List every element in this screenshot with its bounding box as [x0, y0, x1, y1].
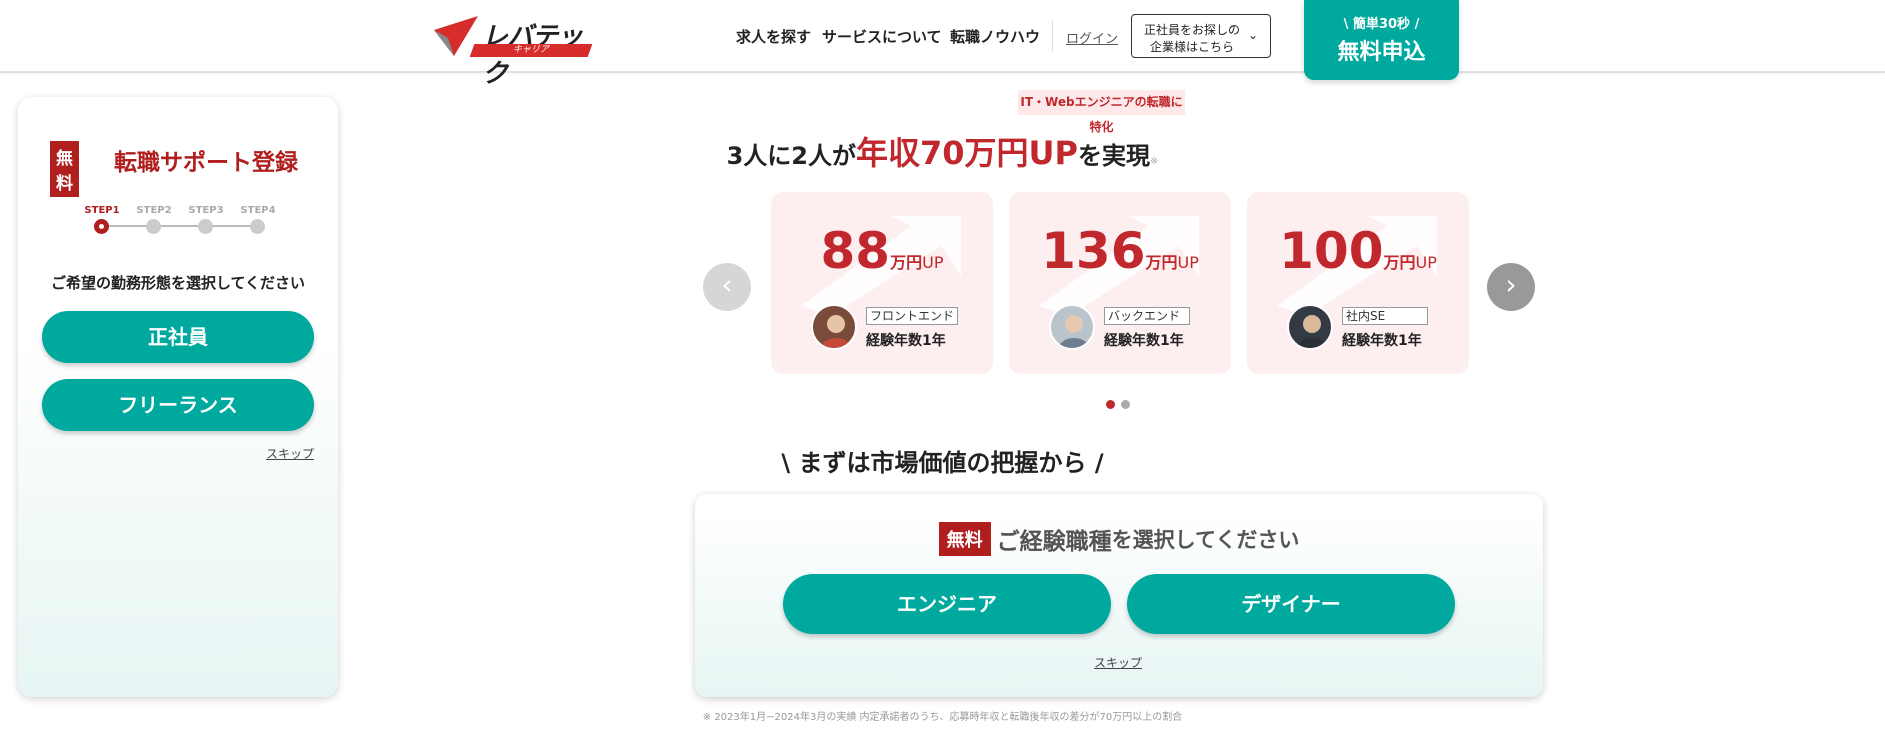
experience-label: 経験年数1年 — [1342, 333, 1422, 349]
job-type-title: 無料 ご経験職種を選択してください — [695, 522, 1543, 558]
salary-card[interactable]: 136万円UP バックエンド 経験年数1年 — [1009, 192, 1231, 374]
salary-card[interactable]: 100万円UP 社内SE 経験年数1年 — [1247, 192, 1469, 374]
avatar — [1287, 304, 1333, 350]
specialty-tag: IT・Webエンジニアの転職に特化 — [1018, 90, 1185, 134]
avatar — [811, 304, 857, 350]
carousel-pagination — [1106, 394, 1136, 413]
apply-button-caption: \ 簡単30秒 / — [1343, 17, 1420, 32]
designer-button[interactable]: デザイナー — [1127, 574, 1455, 634]
experience-label: 経験年数1年 — [866, 333, 946, 349]
chevron-down-icon: ⌄ — [1247, 28, 1258, 42]
job-role-label: バックエンド — [1104, 307, 1190, 325]
carousel-dot-2[interactable] — [1121, 400, 1130, 409]
fulltime-button[interactable]: 正社員 — [42, 311, 314, 363]
step-line — [100, 225, 256, 227]
headline: 3人に2人が年収70万円UPを実現※ — [726, 134, 1159, 172]
free-apply-button[interactable]: \ 簡単30秒 / 無料申込 — [1304, 0, 1459, 80]
nav-career-knowhow[interactable]: 転職ノウハウ — [950, 26, 1040, 47]
employment-type-question: ご希望の勤務形態を選択してください — [50, 274, 306, 292]
site-header: レバテック キャリア 求人を探す サービスについて 転職ノウハウ ログイン 正社… — [0, 0, 1885, 89]
salary-card[interactable]: 88万円UP フロントエンド 経験年数1年 — [771, 192, 993, 374]
step-3: STEP3 — [186, 205, 226, 234]
job-role-label: フロントエンド — [866, 307, 959, 325]
job-type-selector: 無料 ご経験職種を選択してください エンジニア デザイナー スキップ — [695, 494, 1543, 697]
carousel-dot-1[interactable] — [1106, 400, 1115, 409]
step-1: STEP1 — [82, 205, 122, 234]
engineer-button[interactable]: エンジニア — [783, 574, 1111, 634]
apply-button-label: 無料申込 — [1337, 40, 1426, 65]
corp-button-line2: 企業様はこちら — [1150, 40, 1235, 54]
carousel-next-button[interactable]: › — [1487, 263, 1535, 311]
logo-subtext: キャリア — [469, 44, 593, 57]
levtech-career-logo[interactable]: レバテック キャリア — [434, 14, 594, 89]
corporate-dropdown-button[interactable]: 正社員をお探しの 企業様はこちら ⌄ — [1131, 14, 1271, 58]
market-value-heading: \ まずは市場価値の把握から / — [781, 449, 1104, 477]
experience-label: 経験年数1年 — [1104, 333, 1184, 349]
support-registration-panel: 無料 転職サポート登録 STEP1 STEP2 STEP3 STEP4 ご希望の… — [18, 97, 338, 697]
job-role-label: 社内SE — [1342, 307, 1428, 325]
carousel-prev-button[interactable]: ‹ — [703, 263, 751, 311]
avatar — [1049, 304, 1095, 350]
free-badge: 無料 — [938, 522, 991, 556]
freelance-button[interactable]: フリーランス — [42, 379, 314, 431]
footnote: ※ 2023年1月~2024年3月の実績 内定承諾者のうち、応募時年収と転職後年… — [702, 712, 1183, 723]
nav-about-service[interactable]: サービスについて — [822, 26, 942, 47]
main-skip-link[interactable]: スキップ — [1094, 654, 1142, 671]
nav-divider — [1052, 20, 1053, 52]
step-indicator: STEP1 STEP2 STEP3 STEP4 — [82, 205, 276, 235]
step-4: STEP4 — [238, 205, 278, 234]
step-2: STEP2 — [134, 205, 174, 234]
corp-button-line1: 正社員をお探しの — [1144, 23, 1241, 37]
login-link[interactable]: ログイン — [1066, 28, 1118, 47]
nav-find-jobs[interactable]: 求人を探す — [736, 26, 811, 47]
